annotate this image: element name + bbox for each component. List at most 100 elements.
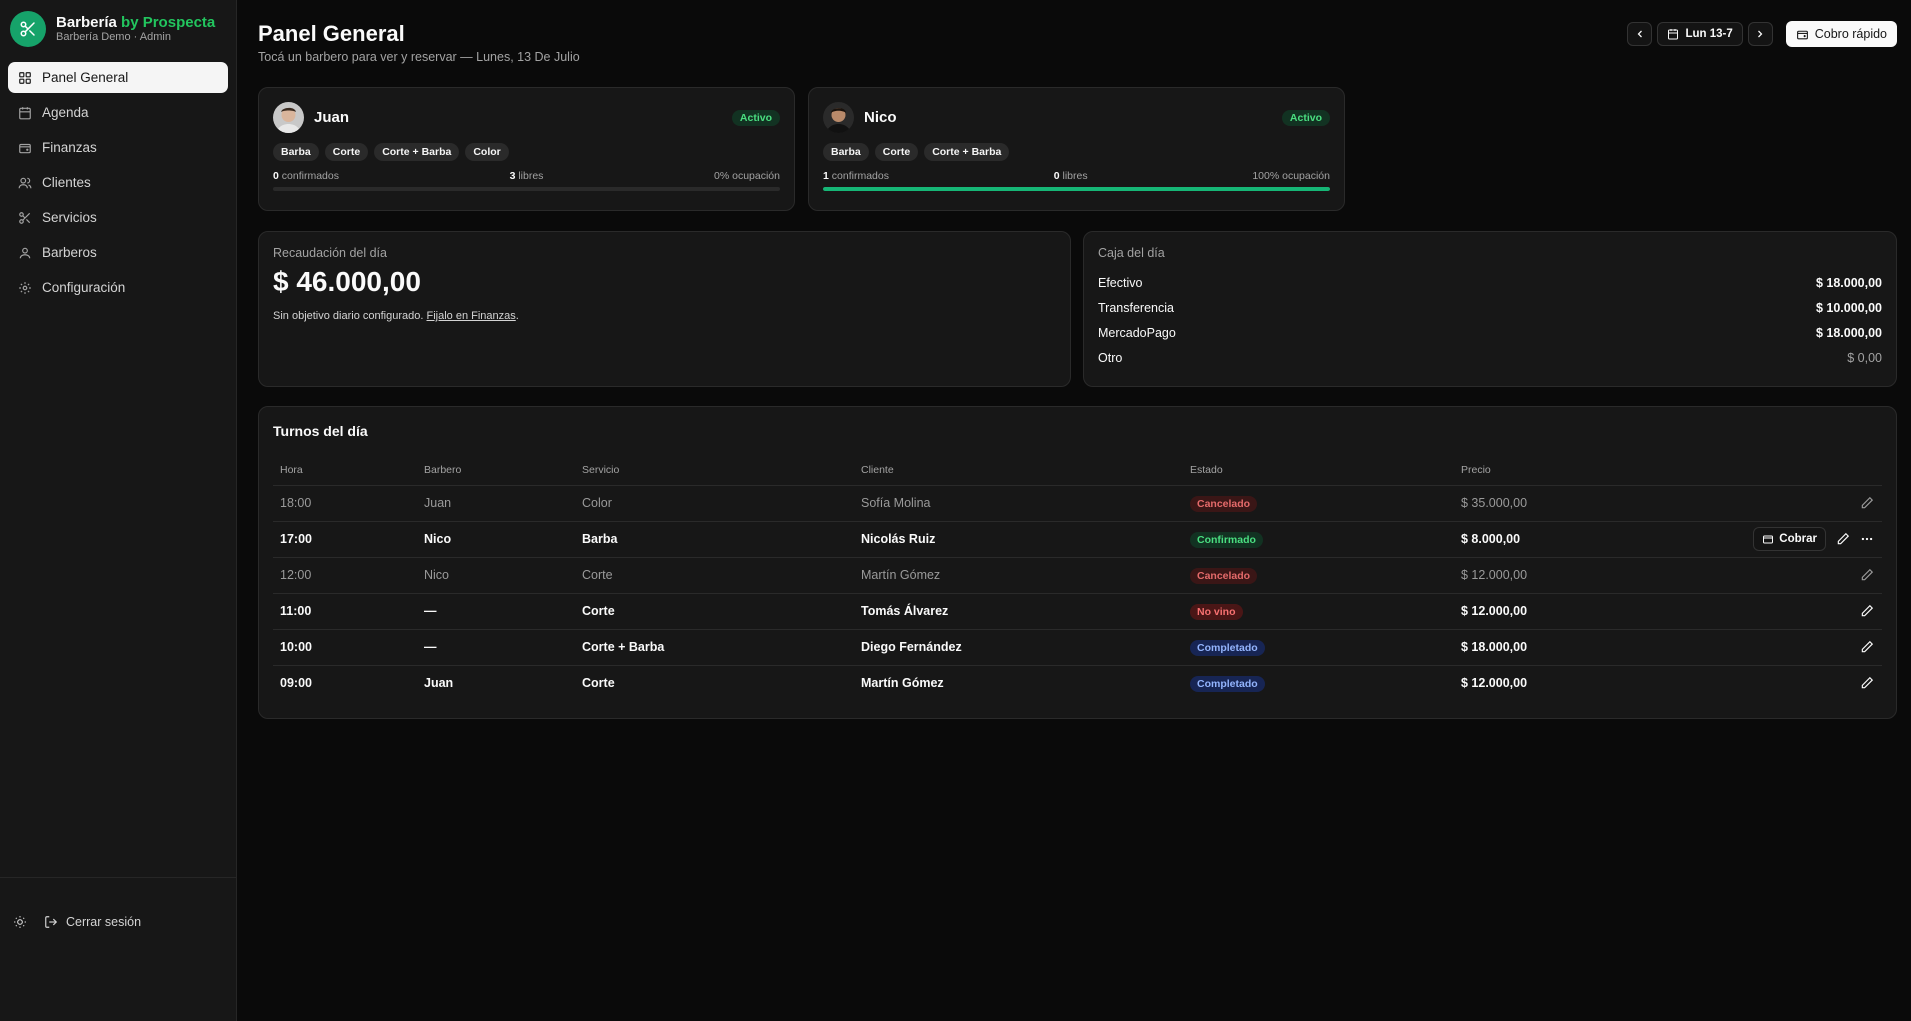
avatar (823, 102, 854, 133)
brand-subtitle: Barbería Demo · Admin (56, 31, 171, 43)
sidebar-item-label: Clientes (42, 175, 91, 190)
confirmed-count: 0 confirmados (273, 170, 339, 182)
service-chip: Corte (324, 143, 369, 161)
cell-servicio: Corte + Barba (575, 629, 854, 666)
column-header: Precio (1454, 455, 1684, 486)
cell-actions (1684, 665, 1882, 701)
table-row[interactable]: 09:00 Juan Corte Martín Gómez Completado… (273, 665, 1882, 701)
cell-actions (1684, 593, 1882, 630)
prev-day-button[interactable] (1627, 22, 1653, 46)
table-row[interactable]: 10:00 — Corte + Barba Diego Fernández Co… (273, 629, 1882, 666)
cell-estado: Completado (1183, 665, 1454, 701)
cell-hora: 11:00 (273, 593, 417, 630)
chevron-right-icon (1758, 30, 1763, 38)
pencil-icon[interactable] (1836, 532, 1850, 546)
table-row[interactable]: 18:00 Juan Color Sofía Molina Cancelado … (273, 485, 1882, 522)
barber-name: Nico (864, 109, 897, 126)
occupancy-bar (823, 187, 1330, 191)
wallet-icon (18, 141, 32, 155)
status-badge: Completado (1190, 640, 1265, 656)
occupancy-label: 0% ocupación (714, 170, 780, 182)
logout-label: Cerrar sesión (66, 915, 142, 929)
next-day-button[interactable] (1747, 22, 1773, 46)
occupancy-bar (273, 187, 780, 191)
cell-estado: Completado (1183, 629, 1454, 666)
service-chip: Corte + Barba (924, 143, 1010, 161)
sidebar-item-servicios[interactable]: Servicios (8, 202, 228, 233)
column-header: Hora (273, 455, 417, 486)
logout-icon (45, 916, 58, 928)
brand: Barbería by Prospecta Barbería Demo · Ad… (0, 0, 236, 58)
sidebar-item-label: Barberos (42, 245, 97, 260)
pencil-icon[interactable] (1860, 676, 1874, 690)
service-chip: Corte + Barba (374, 143, 460, 161)
sidebar-item-configuracion[interactable]: Configuración (8, 272, 228, 303)
barber-stats: 0 confirmados 3 libres 0% ocupación (273, 170, 780, 182)
sidebar-item-barberos[interactable]: Barberos (8, 237, 228, 268)
cell-precio: $ 8.000,00 (1454, 521, 1684, 558)
sun-icon[interactable] (12, 914, 28, 930)
cell-actions (1684, 557, 1882, 594)
cell-cliente: Martín Gómez (861, 676, 944, 691)
status-badge: Cancelado (1190, 496, 1258, 512)
sidebar-item-agenda[interactable]: Agenda (8, 97, 228, 128)
pencil-icon[interactable] (1860, 604, 1874, 618)
sidebar-footer: Cerrar sesión (0, 877, 236, 1021)
table-row[interactable]: 12:00 Nico Corte Martín Gómez Cancelado … (273, 557, 1882, 594)
quick-charge-button[interactable]: Cobro rápido (1785, 21, 1897, 47)
column-header: Servicio (575, 455, 854, 486)
barber-stats: 1 confirmados 0 libres 100% ocupación (823, 170, 1330, 182)
service-chip: Barba (823, 143, 869, 161)
cell-barbero: Nico (417, 557, 575, 594)
scissors-logo-icon (10, 11, 46, 47)
revenue-card: Recaudación del día $ 46.000,00 Sin obje… (258, 231, 1071, 387)
cell-actions (1684, 629, 1882, 666)
cell-cliente: Diego Fernández (854, 629, 1183, 666)
sidebar-nav: Panel General Agenda Finanzas Clientes S… (0, 58, 236, 311)
cobrar-label: Cobrar (1779, 533, 1817, 545)
turnos-card: Turnos del día Hora Barbero Servicio Cli… (258, 406, 1897, 719)
cell-hora: 10:00 (273, 629, 417, 666)
status-badge: No vino (1190, 604, 1243, 620)
cell-servicio: Corte (575, 593, 854, 630)
cell-actions: Cobrar (1684, 521, 1882, 558)
service-chip: Barba (273, 143, 319, 161)
sidebar-item-panel-general[interactable]: Panel General (8, 62, 228, 93)
table-row[interactable]: 17:00 Nico Barba Nicolás Ruiz Confirmado… (273, 521, 1882, 558)
column-header-actions (1684, 455, 1882, 486)
cell-servicio: Corte (575, 557, 854, 594)
wallet-icon (1763, 535, 1774, 544)
status-badge: Activo (1281, 109, 1330, 126)
barber-card-juan[interactable]: Juan Activo Barba Corte Corte + Barba Co… (258, 87, 795, 211)
cell-precio: $ 12.000,00 (1454, 593, 1684, 630)
caja-row: Transferencia $ 10.000,00 (1098, 300, 1882, 315)
date-picker-button[interactable]: Lun 13-7 (1657, 22, 1743, 46)
table-row[interactable]: 11:00 — Corte Tomás Álvarez No vino $ 12… (273, 593, 1882, 630)
sidebar-item-clientes[interactable]: Clientes (8, 167, 228, 198)
cell-cliente: Tomás Álvarez (854, 593, 1183, 630)
cell-estado: Cancelado (1183, 485, 1454, 522)
pencil-icon[interactable] (1860, 568, 1874, 582)
barber-card-nico[interactable]: Nico Activo Barba Corte Corte + Barba 1 … (808, 87, 1345, 211)
scissors-icon (18, 211, 32, 225)
cell-estado: Confirmado (1183, 521, 1454, 558)
logout-button[interactable]: Cerrar sesión (44, 915, 141, 929)
revenue-note: Sin objetivo diario configurado. Fijalo … (273, 310, 519, 322)
service-chip: Corte (874, 143, 919, 161)
calendar-icon (1668, 29, 1679, 40)
pencil-icon[interactable] (1860, 640, 1874, 654)
page-title: Panel General (258, 21, 405, 46)
cobrar-button[interactable]: Cobrar (1753, 527, 1826, 551)
sidebar-item-finanzas[interactable]: Finanzas (8, 132, 228, 163)
barber-name: Juan (314, 109, 350, 126)
cell-cliente: Martín Gómez (854, 557, 1183, 594)
finanzas-link[interactable]: Fijalo en Finanzas (427, 310, 516, 322)
pencil-icon[interactable] (1860, 496, 1874, 510)
cell-cliente: Sofía Molina (854, 485, 1183, 522)
avatar (273, 102, 304, 133)
cell-servicio: Barba (575, 521, 854, 558)
cell-precio: $ 35.000,00 (1454, 485, 1684, 522)
more-horizontal-icon[interactable] (1860, 532, 1874, 546)
users-icon (18, 176, 32, 190)
occupancy-label: 100% ocupación (1252, 170, 1330, 182)
